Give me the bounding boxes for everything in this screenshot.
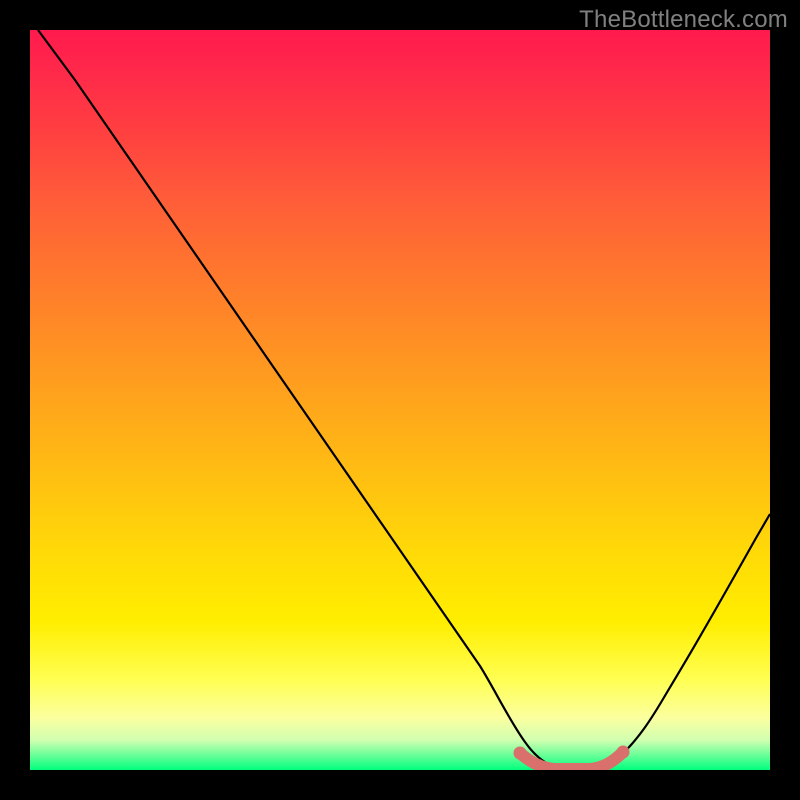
plot-area: [30, 30, 770, 770]
curve-svg: [30, 30, 770, 770]
chart-wrapper: TheBottleneck.com: [0, 0, 800, 800]
main-curve: [38, 30, 770, 769]
highlight-dot-right: [617, 746, 630, 759]
